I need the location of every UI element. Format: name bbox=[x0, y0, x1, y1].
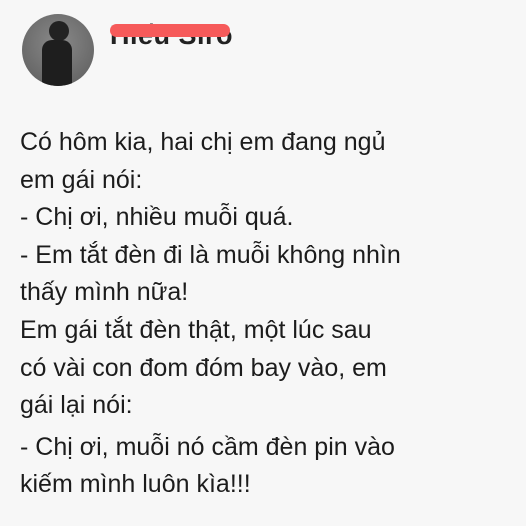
redaction-mark bbox=[110, 24, 230, 37]
post-line: - Chị ơi, muỗi nó cầm đèn pin vào bbox=[20, 432, 395, 461]
post-line: Có hôm kia, hai chị em đang ngủ bbox=[20, 128, 386, 156]
avatar-body bbox=[42, 40, 72, 86]
post-line: thấy mình nữa! bbox=[20, 278, 189, 307]
avatar-head bbox=[49, 21, 69, 41]
post-line: - Chị ơi, nhiều muỗi quá. bbox=[20, 203, 294, 232]
post-text: Có hôm kia, hai chị em đang ngủ em gái n… bbox=[20, 124, 520, 504]
post-line: - Em tắt đèn đi là muỗi không nhìn bbox=[20, 240, 401, 269]
post-line: kiếm mình luôn kìa!!! bbox=[20, 470, 251, 499]
avatar[interactable] bbox=[22, 14, 94, 86]
post-line: em gái nói: bbox=[20, 165, 143, 194]
post-line: có vài con đom đóm bay vào, em bbox=[20, 353, 387, 382]
post-line: Em gái tắt đèn thật, một lúc sau bbox=[20, 315, 372, 344]
post-line: gái lại nói: bbox=[20, 391, 133, 420]
